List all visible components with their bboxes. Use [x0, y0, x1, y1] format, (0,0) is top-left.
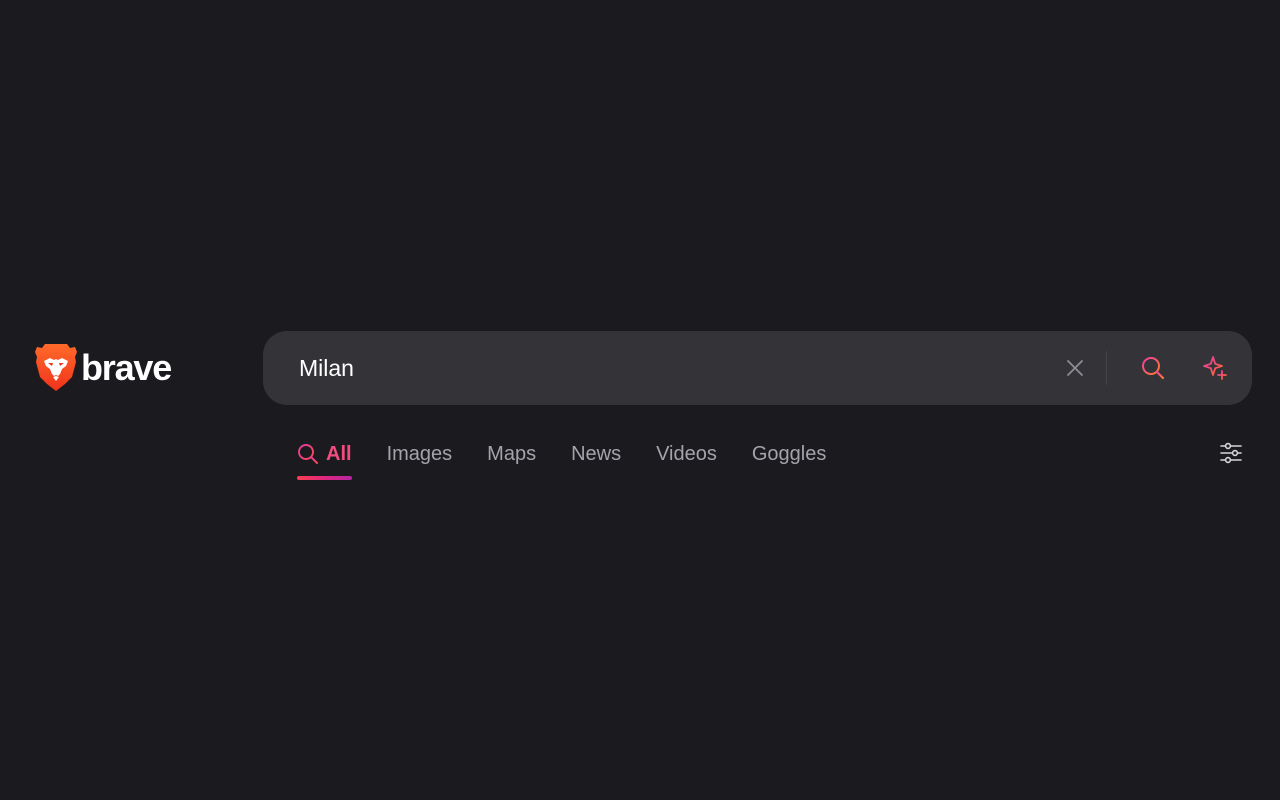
active-tab-indicator: [297, 476, 352, 480]
search-icon: [298, 444, 318, 464]
brand-logo-link[interactable]: brave: [35, 343, 172, 392]
search-icon: [1142, 357, 1165, 380]
tab-videos[interactable]: Videos: [656, 432, 717, 480]
close-icon: [1067, 360, 1083, 376]
tab-maps[interactable]: Maps: [487, 432, 536, 480]
tab-label: All: [326, 443, 352, 465]
clear-search-button[interactable]: [1055, 348, 1095, 388]
brand-wordmark: brave: [81, 346, 172, 388]
search-bar: [263, 331, 1252, 405]
search-tabs: All Images Maps News Videos Goggles: [297, 432, 826, 480]
tab-label: Maps: [487, 443, 537, 465]
ai-answer-button[interactable]: [1195, 348, 1235, 388]
search-settings-button[interactable]: [1218, 441, 1244, 465]
tab-label: Images: [386, 443, 453, 465]
search-bar-divider: [1106, 351, 1107, 385]
tab-goggles[interactable]: Goggles: [752, 432, 827, 480]
tab-news[interactable]: News: [571, 432, 621, 480]
tab-label: Goggles: [751, 443, 827, 465]
search-input[interactable]: [263, 331, 1055, 405]
search-submit-button[interactable]: [1133, 348, 1173, 388]
tab-label: Videos: [656, 443, 717, 465]
tab-images[interactable]: Images: [387, 432, 453, 480]
sliders-icon: [1220, 442, 1242, 464]
sparkle-icon: [1203, 356, 1227, 380]
tab-label: News: [571, 443, 622, 465]
search-page: brave Milan All Images Maps News Videos …: [0, 0, 1280, 800]
brave-lion-icon: [35, 344, 77, 391]
tab-all[interactable]: All: [297, 432, 352, 480]
